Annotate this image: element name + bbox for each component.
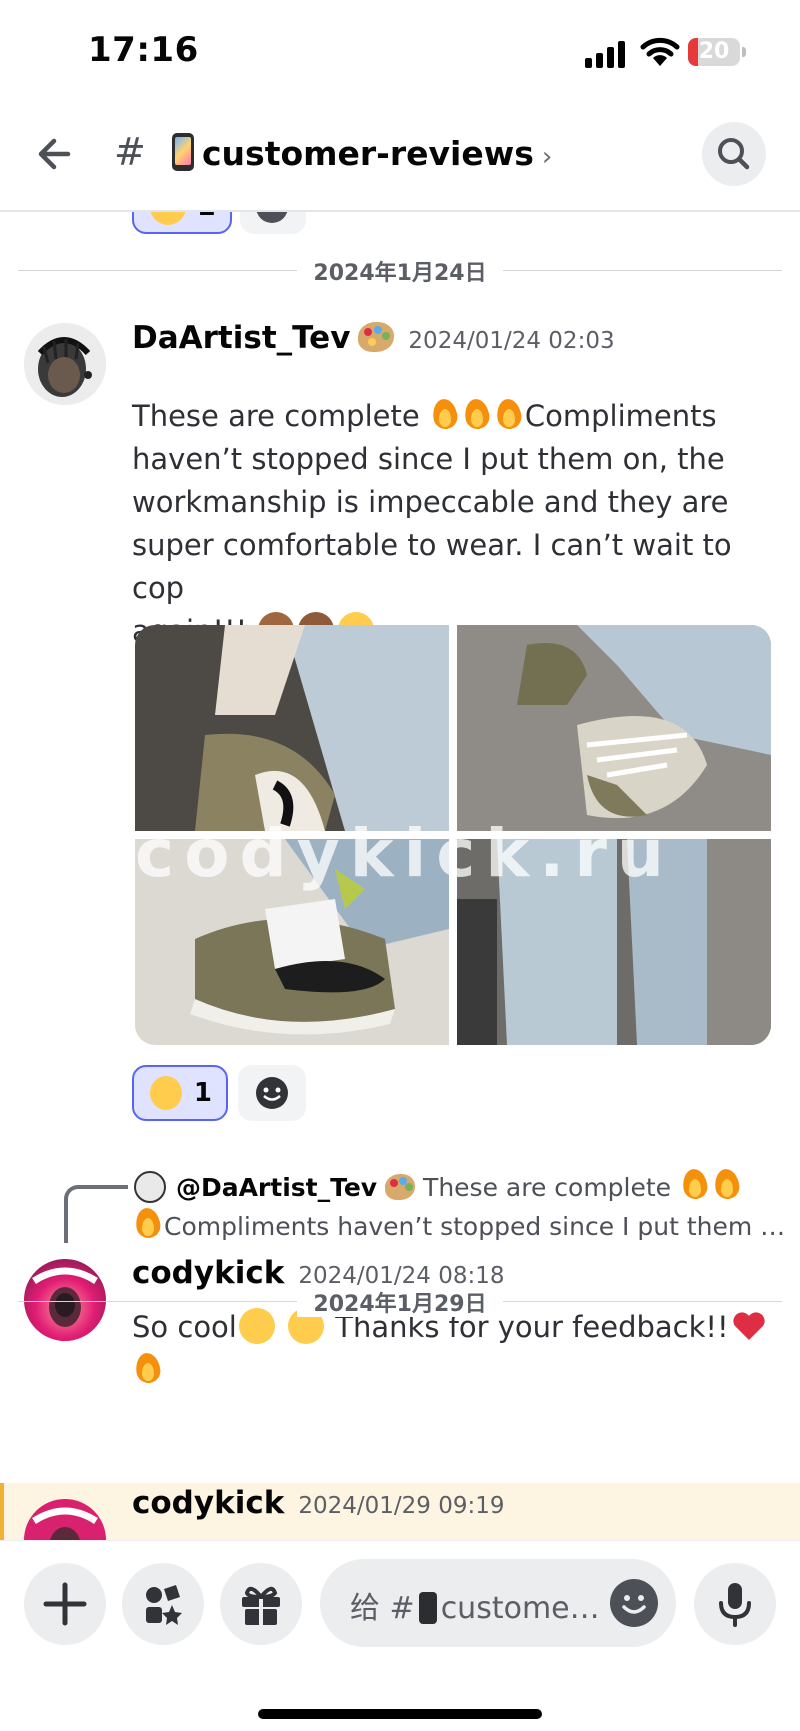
plus-icon — [43, 1582, 87, 1626]
message-line: These are complete Compliments — [132, 395, 782, 438]
apps-button[interactable] — [122, 1563, 204, 1645]
artist-palette-icon — [385, 1174, 416, 1200]
placeholder-text: 给 # — [350, 1591, 415, 1626]
reaction-chip[interactable]: 1 — [132, 1065, 228, 1121]
channel-title-text: customer-reviews — [202, 134, 534, 173]
channel-header: # customer-reviews › — [0, 100, 800, 212]
emoji-icon — [622, 1595, 646, 1614]
reply-text: These are complete — [423, 1173, 679, 1202]
date-divider: 2024年1月29日 — [18, 1286, 782, 1317]
apps-icon — [146, 1585, 182, 1625]
previous-reactions: 2 — [132, 212, 307, 234]
placeholder-channel: custome… — [440, 1591, 600, 1626]
image-attachments: codykick.ru — [135, 625, 771, 1045]
message-header: codykick 2024/01/29 09:19 — [132, 1485, 504, 1521]
battery-icon: 20 — [688, 38, 746, 66]
date-divider-text: 2024年1月24日 — [297, 261, 503, 286]
avatar[interactable] — [24, 1499, 106, 1540]
fire-icon — [713, 1167, 741, 1201]
reply-connector — [64, 1185, 128, 1243]
battery-level: 20 — [698, 39, 730, 64]
gift-icon — [242, 1586, 280, 1625]
fire-icon — [134, 1351, 162, 1385]
search-button[interactable] — [702, 122, 766, 186]
cellular-signal-icon — [585, 40, 627, 68]
back-button[interactable] — [32, 128, 84, 180]
reaction-count: 1 — [193, 1078, 212, 1108]
add-reaction-icon — [256, 1077, 288, 1109]
reply-username: @DaArtist_Tev — [175, 1173, 378, 1202]
fire-icon — [495, 397, 523, 431]
avatar[interactable] — [24, 323, 106, 405]
chevron-right-icon: › — [541, 142, 553, 172]
add-reaction-button[interactable] — [238, 1065, 306, 1121]
message-line — [132, 1349, 782, 1392]
artist-palette-icon — [358, 322, 395, 352]
mobile-phone-icon — [172, 133, 194, 171]
heart-eyes-icon — [150, 1076, 182, 1110]
add-reaction-icon — [256, 212, 289, 223]
timestamp: 2024/01/24 02:03 — [408, 328, 615, 354]
add-reaction-button[interactable] — [240, 212, 307, 234]
date-divider: 2024年1月24日 — [18, 255, 782, 286]
fire-icon — [681, 1167, 709, 1201]
channel-hash-icon: # — [114, 130, 146, 174]
gift-button[interactable] — [220, 1563, 302, 1645]
fire-icon — [431, 397, 459, 431]
fire-icon — [134, 1206, 162, 1240]
reply-avatar — [134, 1171, 166, 1203]
reactions: 1 — [132, 1065, 306, 1121]
message-composer: 给 # custome… — [0, 1540, 800, 1731]
reaction-chip[interactable]: 2 — [132, 212, 233, 234]
message-text: These are complete — [132, 399, 429, 433]
emoji-button[interactable] — [610, 1579, 658, 1627]
attachment-image[interactable] — [457, 625, 771, 831]
message-line: workmanship is impeccable and they are — [132, 485, 729, 519]
message: codykick 2024/01/29 09:19 — [0, 1483, 800, 1540]
channel-title[interactable]: customer-reviews › — [172, 133, 552, 173]
status-time: 17:16 — [88, 30, 199, 70]
timestamp: 2024/01/29 09:19 — [298, 1493, 505, 1519]
reply-text: Compliments haven’t stopped since I put … — [164, 1212, 786, 1241]
message-body: So cool Thanks for your feedback!! — [132, 1306, 782, 1392]
home-indicator — [258, 1709, 542, 1719]
avatar-image — [24, 1499, 106, 1540]
mobile-phone-icon — [418, 1592, 437, 1624]
message-list[interactable]: 2 2024年1月24日 DaArtist_Tev 2024/01/24 02:0… — [0, 212, 800, 1540]
message-body: These are complete Compliments haven’t s… — [132, 395, 782, 653]
reaction-count: 2 — [198, 212, 216, 222]
input-placeholder: 给 # custome… — [350, 1583, 600, 1627]
message-input[interactable]: 给 # custome… — [320, 1559, 676, 1647]
date-divider-text: 2024年1月29日 — [297, 1292, 503, 1317]
message-text: Compliments — [524, 399, 717, 433]
message-line: super comfortable to wear. I can’t wait … — [132, 528, 732, 605]
voice-message-button[interactable] — [694, 1563, 776, 1645]
microphone-icon — [719, 1583, 751, 1627]
avatar-image — [24, 323, 106, 405]
status-bar: 17:16 20 — [0, 0, 800, 100]
message-line: haven’t stopped since I put them on, the — [132, 442, 725, 476]
wifi-icon — [640, 37, 680, 66]
add-attachment-button[interactable] — [24, 1563, 106, 1645]
fire-icon — [463, 397, 491, 431]
image-watermark: codykick.ru — [135, 815, 674, 892]
reply-preview[interactable]: @DaArtist_Tev These are complete Complim… — [132, 1167, 792, 1245]
grinning-face-icon — [150, 212, 186, 225]
username[interactable]: DaArtist_Tev — [132, 320, 350, 356]
message-header: DaArtist_Tev 2024/01/24 02:03 — [132, 320, 615, 356]
search-icon — [718, 138, 750, 170]
username[interactable]: codykick — [132, 1485, 284, 1521]
attachment-image[interactable] — [135, 625, 449, 831]
